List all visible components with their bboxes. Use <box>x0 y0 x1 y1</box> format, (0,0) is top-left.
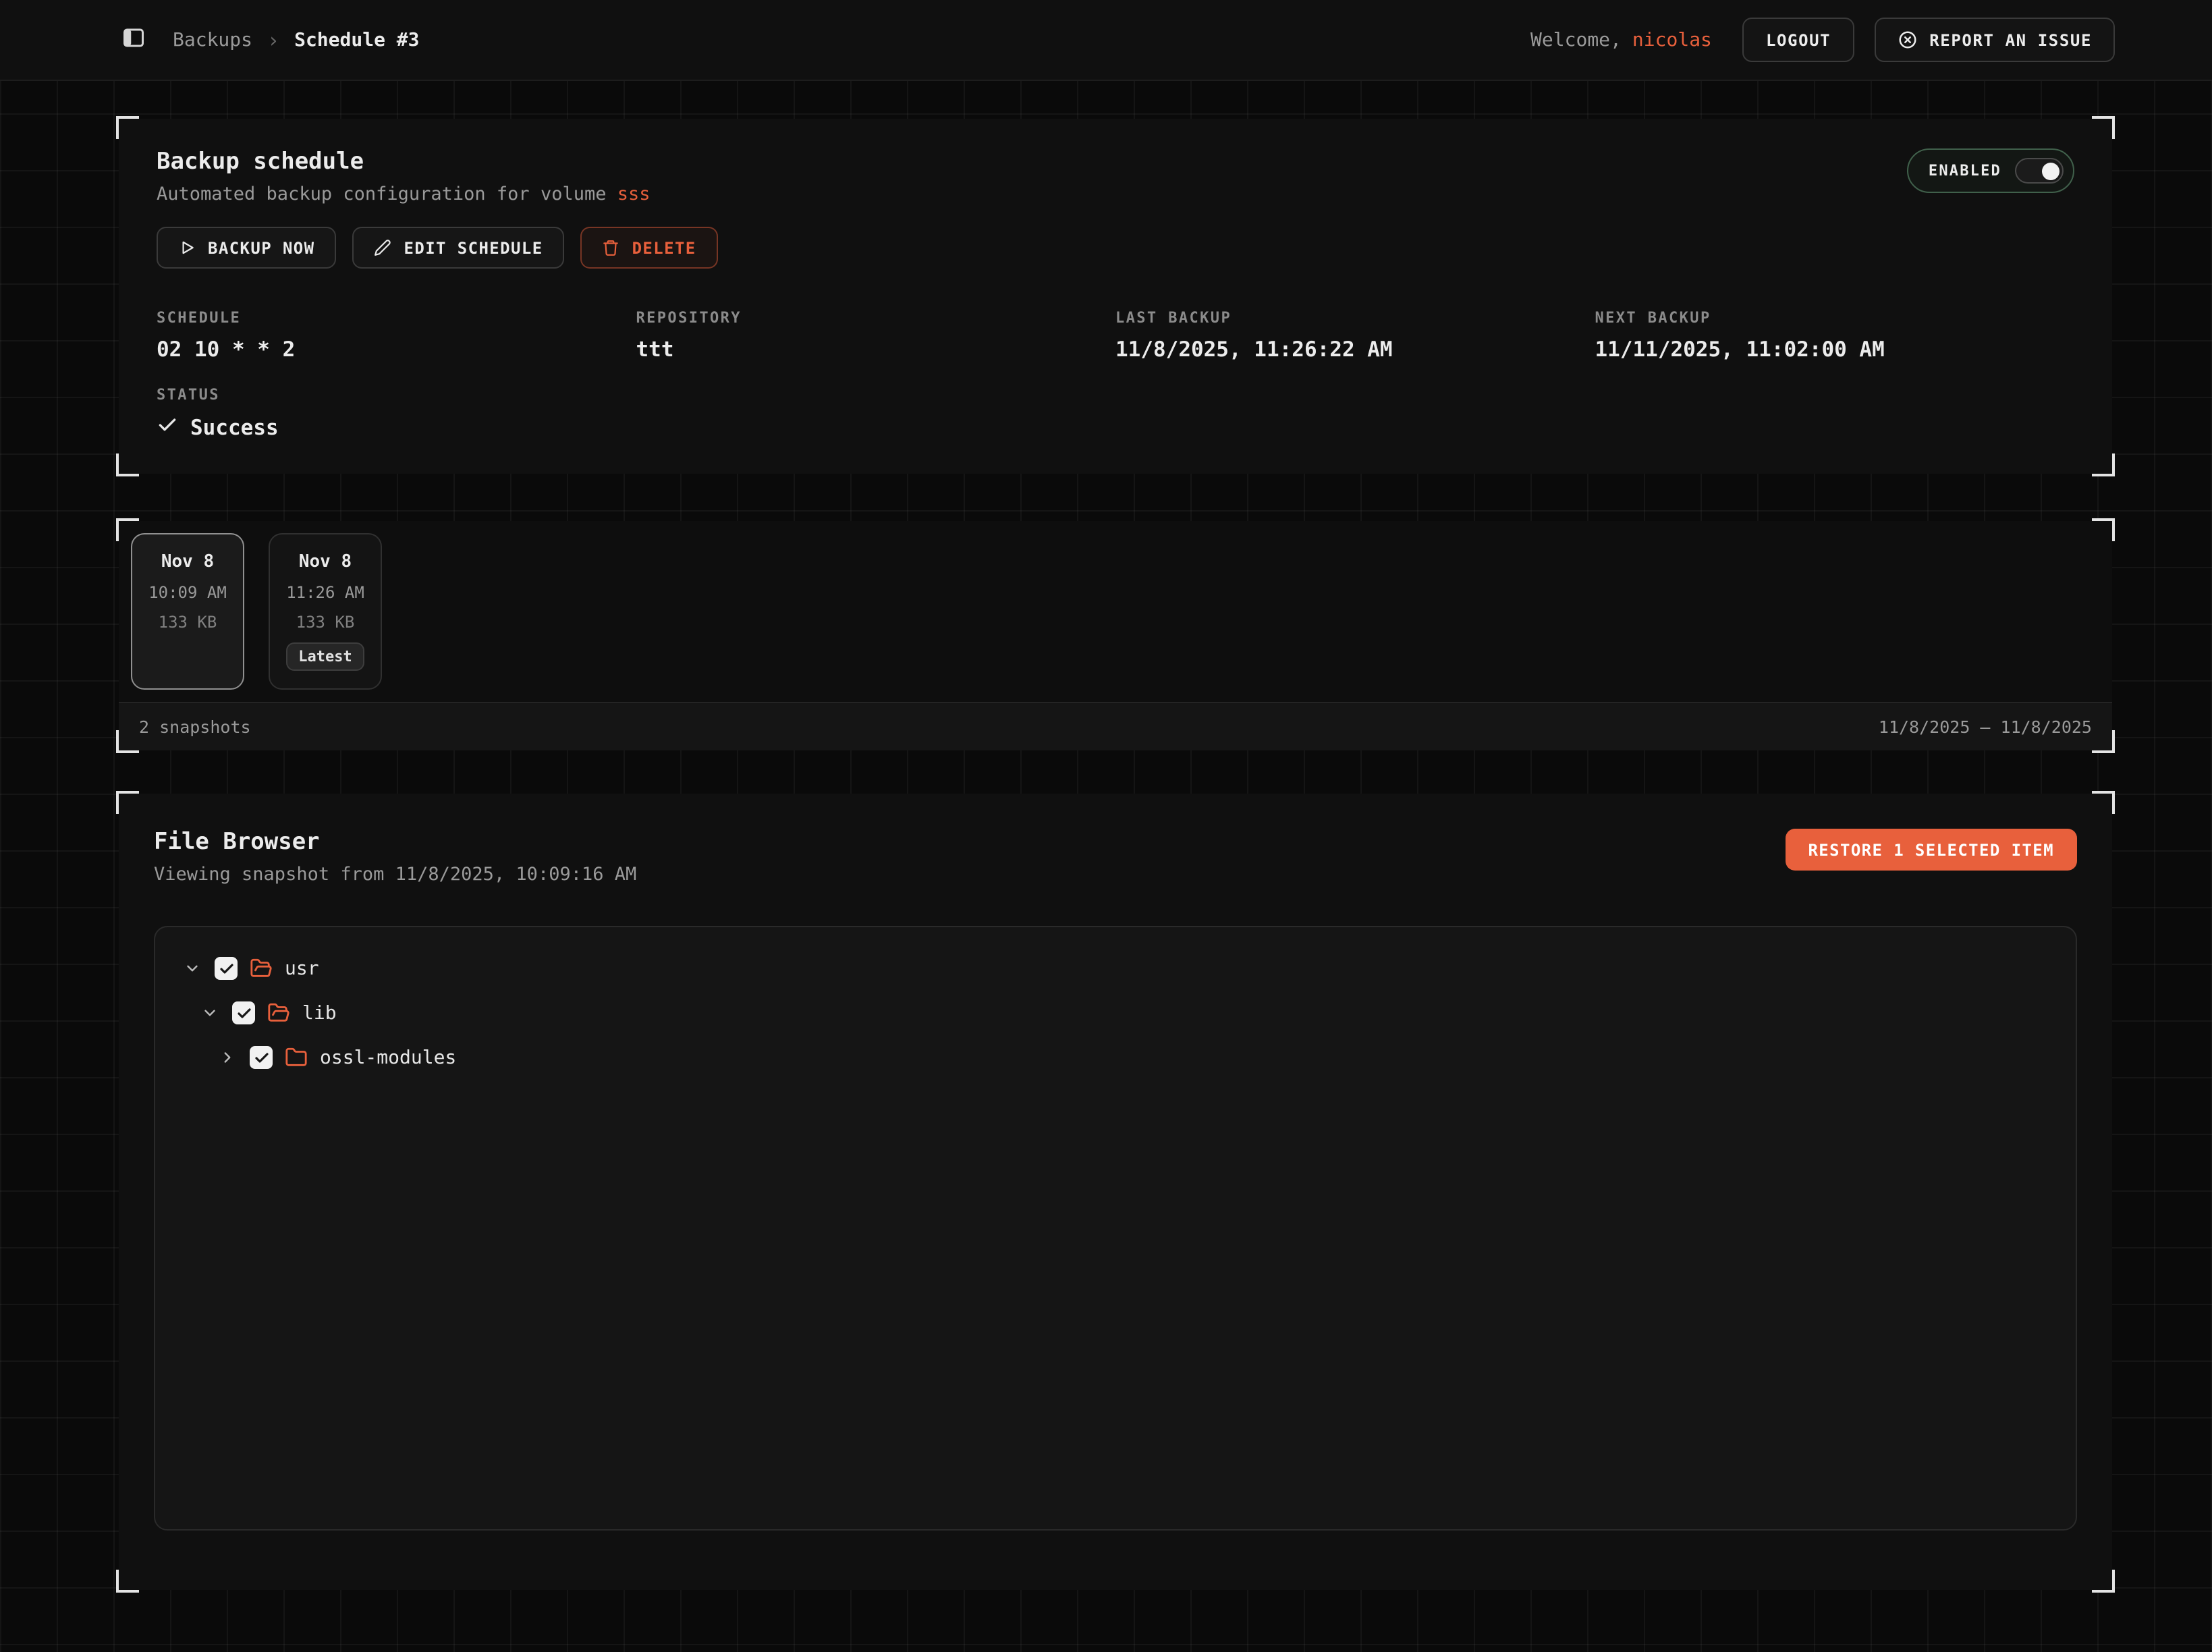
status-badge: Success <box>190 416 279 440</box>
edit-schedule-button[interactable]: EDIT SCHEDULE <box>353 227 565 269</box>
breadcrumb-current: Schedule #3 <box>294 29 419 51</box>
panel-left-icon <box>121 26 146 54</box>
report-issue-label: REPORT AN ISSUE <box>1929 30 2092 49</box>
folder-open-icon <box>250 957 273 980</box>
sidebar-toggle-button[interactable] <box>121 26 146 54</box>
schedule-fields: SCHEDULE 02 10 * * 2 REPOSITORY ttt LAST… <box>157 309 2074 441</box>
trash-icon <box>603 239 620 256</box>
tree-row[interactable]: lib <box>171 991 2059 1035</box>
pencil-icon <box>375 239 392 256</box>
report-issue-button[interactable]: REPORT AN ISSUE <box>1874 18 2115 62</box>
corner-bracket <box>116 453 139 476</box>
corner-bracket <box>2092 791 2115 814</box>
breadcrumb-parent[interactable]: Backups <box>173 29 252 51</box>
file-browser-card: File Browser Viewing snapshot from 11/8/… <box>119 794 2112 1590</box>
field-schedule: SCHEDULE 02 10 * * 2 <box>157 309 636 362</box>
snapshot-count: 2 snapshots <box>139 717 251 737</box>
schedule-card-subtitle: Automated backup configuration for volum… <box>157 184 651 205</box>
restore-selected-button[interactable]: RESTORE 1 SELECTED ITEM <box>1785 829 2077 871</box>
corner-bracket <box>116 791 139 814</box>
tree-row[interactable]: usr <box>171 946 2059 991</box>
corner-bracket <box>116 1570 139 1593</box>
backup-schedule-card: Backup schedule Automated backup configu… <box>119 119 2112 474</box>
corner-bracket <box>2092 116 2115 139</box>
snapshot-list: Nov 8 10:09 AM 133 KB Nov 8 11:26 AM 133… <box>119 521 2112 702</box>
toggle-knob <box>2042 162 2059 180</box>
snapshots-section: Nov 8 10:09 AM 133 KB Nov 8 11:26 AM 133… <box>119 521 2112 750</box>
welcome-text: Welcome, nicolas <box>1530 29 1712 51</box>
checkbox[interactable] <box>250 1046 273 1069</box>
corner-bracket <box>2092 1570 2115 1593</box>
file-browser-title: File Browser <box>154 829 636 856</box>
file-browser-heading: File Browser Viewing snapshot from 11/8/… <box>154 829 636 885</box>
snapshot-date-range: 11/8/2025 – 11/8/2025 <box>1879 717 2092 737</box>
check-icon <box>157 414 178 441</box>
schedule-card-heading: Backup schedule Automated backup configu… <box>157 148 651 205</box>
tree-item-label: ossl-modules <box>320 1047 456 1068</box>
logout-button[interactable]: LOGOUT <box>1743 18 1854 62</box>
volume-name: sss <box>617 184 651 205</box>
file-tree-panel: usr lib <box>154 926 2077 1531</box>
chevron-right-icon[interactable] <box>217 1049 238 1066</box>
tree-item-label: lib <box>302 1002 337 1024</box>
chevron-down-icon[interactable] <box>182 960 202 977</box>
field-status: STATUS Success <box>157 386 636 441</box>
file-browser-subtitle: Viewing snapshot from 11/8/2025, 10:09:1… <box>154 864 636 885</box>
enabled-toggle[interactable]: ENABLED <box>1907 148 2074 193</box>
app: Backups › Schedule #3 Welcome, nicolas L… <box>0 0 2212 1652</box>
delete-button[interactable]: DELETE <box>581 227 718 269</box>
snapshot-card[interactable]: Nov 8 11:26 AM 133 KB Latest <box>269 533 382 690</box>
logout-button-label: LOGOUT <box>1766 30 1831 49</box>
corner-bracket <box>2092 453 2115 476</box>
snapshot-card[interactable]: Nov 8 10:09 AM 133 KB <box>131 533 244 690</box>
username: nicolas <box>1632 29 1712 51</box>
field-repository: REPOSITORY ttt <box>636 309 1116 362</box>
field-last-backup: LAST BACKUP 11/8/2025, 11:26:22 AM <box>1115 309 1595 362</box>
checkbox[interactable] <box>215 957 238 980</box>
backup-now-button[interactable]: BACKUP NOW <box>157 227 337 269</box>
toggle-switch[interactable] <box>2015 158 2064 184</box>
topbar-actions: Welcome, nicolas LOGOUT REPORT AN ISSUE <box>1530 18 2115 62</box>
checkbox[interactable] <box>232 1001 255 1024</box>
topbar: Backups › Schedule #3 Welcome, nicolas L… <box>0 0 2212 81</box>
breadcrumb: Backups › Schedule #3 <box>173 28 420 52</box>
page-title: Backup schedule <box>157 148 651 175</box>
play-icon <box>178 239 196 256</box>
latest-badge: Latest <box>286 642 364 671</box>
breadcrumb-chevron-icon: › <box>267 28 279 52</box>
snapshots-footer: 2 snapshots 11/8/2025 – 11/8/2025 <box>119 702 2112 750</box>
chevron-down-icon[interactable] <box>200 1004 220 1022</box>
corner-bracket <box>116 116 139 139</box>
enabled-label: ENABLED <box>1929 162 2001 180</box>
folder-open-icon <box>267 1001 290 1024</box>
tree-item-label: usr <box>285 958 319 979</box>
welcome-prefix: Welcome, <box>1530 29 1622 51</box>
report-issue-icon <box>1897 30 1917 50</box>
tree-row[interactable]: ossl-modules <box>171 1035 2059 1080</box>
folder-icon <box>285 1046 308 1069</box>
field-next-backup: NEXT BACKUP 11/11/2025, 11:02:00 AM <box>1595 309 2075 362</box>
